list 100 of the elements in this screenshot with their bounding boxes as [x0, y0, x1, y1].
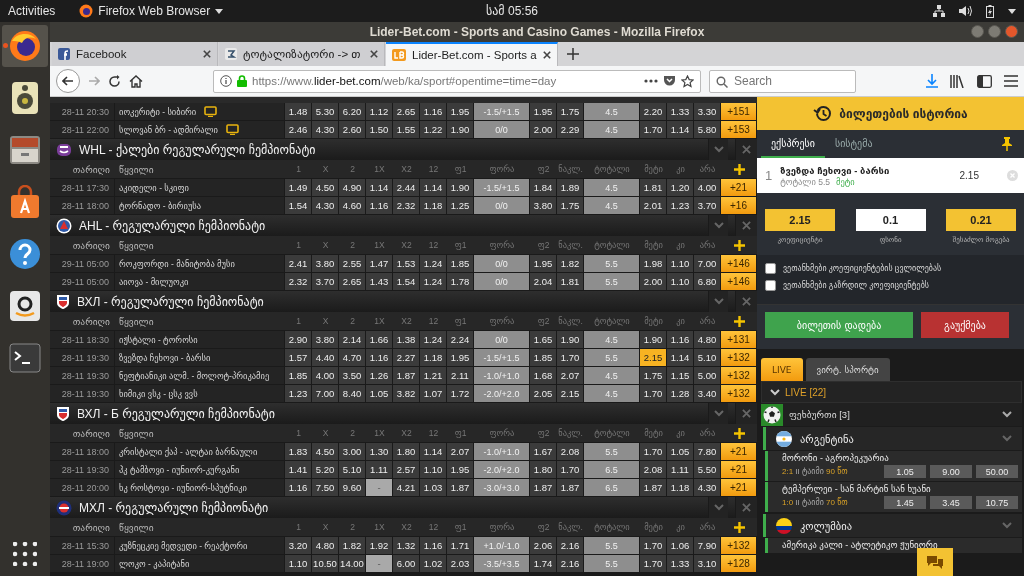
odds-button[interactable]: 2.29: [557, 121, 584, 138]
odds-button[interactable]: 1.20: [667, 179, 694, 196]
odds-button[interactable]: 1.16: [420, 103, 447, 120]
odds-button[interactable]: 2.01: [640, 197, 667, 214]
odds-button[interactable]: 1.90: [447, 121, 474, 138]
odds-button[interactable]: 1.70: [640, 443, 667, 460]
odds-button[interactable]: 2.06: [530, 537, 557, 554]
betslip-tab[interactable]: სისტემა: [824, 130, 883, 158]
checkbox[interactable]: [765, 263, 776, 274]
odds-button[interactable]: 1.50: [366, 121, 393, 138]
odds-button[interactable]: 5.10: [339, 461, 366, 478]
info-icon[interactable]: [220, 75, 232, 87]
odds-button[interactable]: 3.30: [694, 103, 721, 120]
odds-button[interactable]: 1.87: [447, 479, 474, 496]
odds-button[interactable]: 1.33: [667, 555, 694, 572]
odds-button[interactable]: 1.23: [667, 197, 694, 214]
odds-button[interactable]: 1.12: [366, 103, 393, 120]
odds-button[interactable]: 1.84: [530, 179, 557, 196]
odds-button[interactable]: 1.45: [884, 496, 926, 509]
odds-button[interactable]: 10.75: [976, 496, 1018, 509]
collapse-button[interactable]: [708, 215, 728, 236]
odds-button[interactable]: 1.70: [557, 461, 584, 478]
home-icon[interactable]: [129, 74, 143, 88]
match-name[interactable]: აკიდელი - სკიფი: [119, 182, 189, 193]
odds-button[interactable]: 4.80: [694, 331, 721, 348]
ticket-history-bar[interactable]: ბილეთების ისტორია: [757, 97, 1024, 130]
odds-button[interactable]: 1.85: [530, 349, 557, 366]
odds-button[interactable]: 1.14: [420, 443, 447, 460]
menu-icon[interactable]: [1004, 75, 1018, 87]
odds-button[interactable]: 1.70: [640, 537, 667, 554]
odds-button[interactable]: 7.90: [694, 537, 721, 554]
odds-button[interactable]: 1.92: [366, 537, 393, 554]
odds-button[interactable]: 1.90: [640, 331, 667, 348]
odds-button[interactable]: 1.70: [640, 121, 667, 138]
odds-button[interactable]: 14.00: [339, 555, 366, 572]
firefox-icon[interactable]: [8, 29, 42, 63]
odds-button[interactable]: 1.54: [285, 197, 312, 214]
odds-button[interactable]: 1.38: [393, 331, 420, 348]
odds-button[interactable]: 1.25: [447, 197, 474, 214]
shopping-bag-icon[interactable]: [9, 185, 41, 219]
odds-button[interactable]: 1.98: [640, 255, 667, 272]
odds-button[interactable]: 1.85: [285, 367, 312, 384]
minimize-button[interactable]: [971, 25, 984, 38]
odds-button[interactable]: 1.80: [393, 443, 420, 460]
odds-button[interactable]: 2.32: [285, 273, 312, 290]
odds-button[interactable]: 3.20: [285, 537, 312, 554]
more-icon[interactable]: [644, 79, 658, 83]
odds-button[interactable]: 1.16: [366, 349, 393, 366]
odds-button[interactable]: 1.47: [366, 255, 393, 272]
odds-button[interactable]: 1.28: [667, 385, 694, 402]
odds-button[interactable]: 1.07: [420, 385, 447, 402]
odds-button[interactable]: 3.50: [339, 367, 366, 384]
odds-button[interactable]: 1.95: [530, 255, 557, 272]
odds-button[interactable]: 2.04: [530, 273, 557, 290]
odds-button[interactable]: 1.54: [393, 273, 420, 290]
more-markets-button[interactable]: +131: [721, 331, 757, 348]
more-markets-button[interactable]: +21: [721, 461, 757, 478]
odds-button[interactable]: 1.68: [530, 367, 557, 384]
help-icon[interactable]: [9, 238, 41, 270]
odds-button[interactable]: 4.30: [312, 197, 339, 214]
match-name[interactable]: იოკერიტი - სიბირი: [119, 106, 197, 117]
odds-button[interactable]: 1.24: [420, 255, 447, 272]
network-icon[interactable]: [933, 5, 945, 17]
odds-button[interactable]: 5.00: [694, 367, 721, 384]
match-name[interactable]: კრისტალი ქაპ - ალტაი ბარნაული: [119, 446, 258, 457]
odds-button[interactable]: 5.50: [694, 461, 721, 478]
odds-button[interactable]: 1.82: [557, 255, 584, 272]
odds-button[interactable]: 2.14: [339, 331, 366, 348]
odds-button[interactable]: 1.87: [530, 479, 557, 496]
url-field[interactable]: https://www.lider-bet.com/web/ka/sport#opentime=time=day: [213, 69, 701, 93]
odds-button[interactable]: 1.65: [530, 331, 557, 348]
odds-button[interactable]: 4.90: [339, 179, 366, 196]
odds-button[interactable]: 1.95: [447, 103, 474, 120]
country-row[interactable]: კოლუმბია: [763, 514, 1022, 537]
odds-button[interactable]: 3.80: [530, 197, 557, 214]
odds-button[interactable]: 1.06: [667, 537, 694, 554]
odds-button[interactable]: 50.00: [976, 465, 1018, 478]
odds-button[interactable]: 1.03: [420, 479, 447, 496]
odds-button[interactable]: 1.70: [557, 349, 584, 366]
browser-tab[interactable]: Facebook: [52, 42, 218, 66]
odds-button[interactable]: 4.50: [312, 443, 339, 460]
odds-button[interactable]: 1.80: [530, 461, 557, 478]
more-markets-button[interactable]: +132: [721, 537, 757, 554]
more-markets-button[interactable]: +132: [721, 367, 757, 384]
odds-button[interactable]: 2.65: [393, 103, 420, 120]
odds-button[interactable]: 2.03: [447, 555, 474, 572]
library-icon[interactable]: [950, 74, 965, 88]
odds-button[interactable]: 1.70: [640, 385, 667, 402]
dock-item[interactable]: [2, 25, 48, 67]
odds-button[interactable]: 1.05: [667, 443, 694, 460]
odds-button[interactable]: 2.27: [393, 349, 420, 366]
search-field[interactable]: Search: [709, 69, 856, 93]
cancel-button[interactable]: გაუქმება: [921, 312, 1009, 338]
match-name[interactable]: ხიმიკი ვსკ - ცსკ ვვს: [119, 388, 198, 399]
more-markets-button[interactable]: +146: [721, 273, 757, 290]
odds-button[interactable]: 2.07: [557, 367, 584, 384]
odds-button[interactable]: 1.16: [285, 479, 312, 496]
odds-button[interactable]: 1.18: [420, 349, 447, 366]
odds-button[interactable]: 1.95: [447, 349, 474, 366]
odds-button[interactable]: 1.23: [285, 385, 312, 402]
